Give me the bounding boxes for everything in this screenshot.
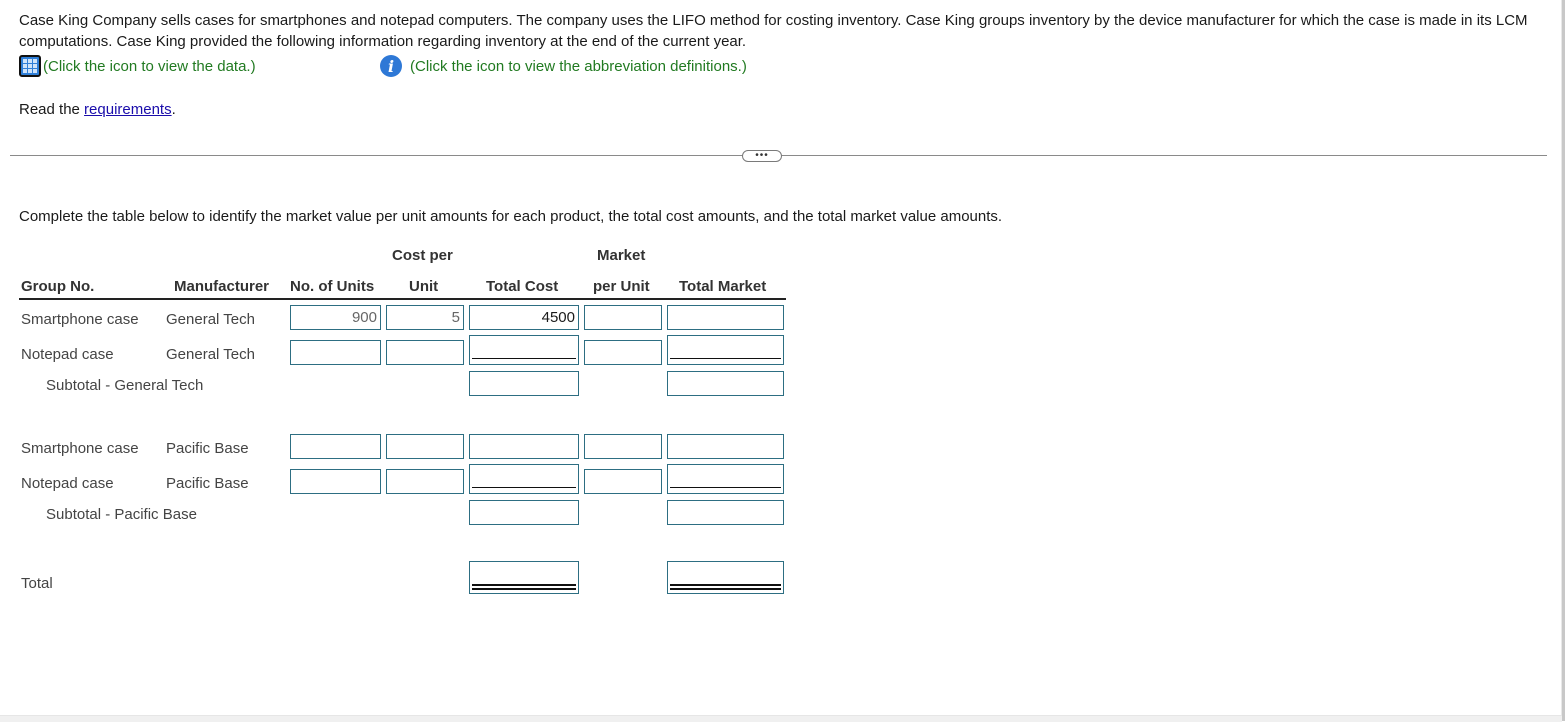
cost-per-unit-input[interactable] [386, 434, 464, 459]
info-icon[interactable]: i [380, 55, 402, 77]
header-manufacturer: Manufacturer [174, 278, 270, 295]
read-prefix: Read the [19, 101, 85, 118]
units-input[interactable] [290, 434, 381, 459]
data-table-icon[interactable] [19, 55, 41, 77]
row-group-label: Smartphone case [21, 311, 139, 328]
total-market-input[interactable] [667, 335, 784, 365]
header-unit: Unit [409, 278, 439, 295]
header-cost-per: Cost per [392, 247, 453, 264]
total-label: Total [21, 575, 53, 592]
grand-total-market-input[interactable] [667, 561, 784, 594]
problem-intro: Case King Company sells cases for smartp… [19, 12, 1528, 50]
total-cost-input[interactable] [469, 464, 579, 494]
row-group-label: Notepad case [21, 475, 114, 492]
subtotal-label: Subtotal - Pacific Base [46, 506, 197, 523]
subtotal-label: Subtotal - General Tech [46, 377, 204, 394]
subtotal-total-cost-input[interactable] [469, 500, 579, 525]
window-edge [1561, 0, 1565, 721]
subtotal-total-cost-input[interactable] [469, 371, 579, 396]
row-manufacturer-label: General Tech [166, 346, 255, 363]
total-market-input[interactable] [667, 305, 784, 330]
cost-per-unit-input[interactable] [386, 469, 464, 494]
units-input[interactable] [290, 340, 381, 365]
subtotal-total-market-input[interactable] [667, 371, 784, 396]
total-market-input[interactable] [667, 464, 784, 494]
row-group-label: Smartphone case [21, 440, 139, 457]
market-per-unit-input[interactable] [584, 305, 662, 330]
header-total-cost: Total Cost [486, 278, 559, 295]
header-no-of-units: No. of Units [290, 278, 375, 295]
total-market-input[interactable] [667, 434, 784, 459]
total-cost-input[interactable] [469, 305, 579, 330]
units-input[interactable] [290, 469, 381, 494]
market-per-unit-input[interactable] [584, 340, 662, 365]
header-market: Market [597, 247, 646, 264]
view-abbreviations-link[interactable]: i (Click the icon to view the abbreviati… [380, 54, 747, 78]
header-total-market: Total Market [679, 278, 767, 295]
market-per-unit-input[interactable] [584, 434, 662, 459]
view-data-text[interactable]: (Click the icon to view the data.) [43, 58, 256, 75]
cost-per-unit-input[interactable] [386, 305, 464, 330]
total-cost-input[interactable] [469, 335, 579, 365]
header-per-unit: per Unit [593, 278, 650, 295]
view-data-link[interactable]: (Click the icon to view the data.) [19, 54, 256, 78]
header-group-no: Group No. [21, 278, 95, 295]
instruction-text: Complete the table below to identify the… [19, 208, 1003, 225]
units-input[interactable] [290, 305, 381, 330]
expand-button[interactable]: ••• [742, 150, 782, 162]
read-suffix: . [171, 101, 176, 118]
requirements-link[interactable]: requirements [84, 101, 172, 118]
read-requirements: Read the requirements. [19, 101, 176, 118]
row-manufacturer-label: Pacific Base [166, 475, 249, 492]
grand-total-cost-input[interactable] [469, 561, 579, 594]
cost-per-unit-input[interactable] [386, 340, 464, 365]
row-manufacturer-label: General Tech [166, 311, 255, 328]
row-group-label: Notepad case [21, 346, 114, 363]
total-cost-input[interactable] [469, 434, 579, 459]
subtotal-total-market-input[interactable] [667, 500, 784, 525]
header-rule [19, 298, 786, 300]
row-manufacturer-label: Pacific Base [166, 440, 249, 457]
market-per-unit-input[interactable] [584, 469, 662, 494]
view-abbreviations-text[interactable]: (Click the icon to view the abbreviation… [410, 58, 747, 75]
